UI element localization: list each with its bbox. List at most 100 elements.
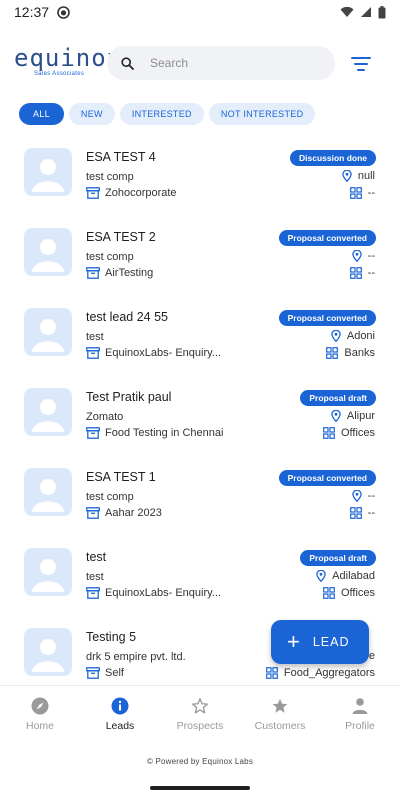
nav-customers-label: Customers [254,720,306,732]
lead-source: EquinoxLabs- Enquiry... [86,587,221,599]
gesture-home-bar[interactable] [150,786,250,790]
filter-icon[interactable] [350,55,372,73]
lead-industry-text: -- [367,187,375,199]
lead-source-text: EquinoxLabs- Enquiry... [105,347,221,359]
archive-icon [86,267,100,279]
nav-customers[interactable]: Customers [240,686,320,739]
equinox-logo: equinox Sales Associates [14,44,123,77]
avatar-placeholder-icon [32,479,64,512]
nav-prospects[interactable]: Prospects [160,686,240,739]
lead-card[interactable]: test test EquinoxLabs- Enquiry... Proposal … [0,540,400,620]
avatar [24,628,72,676]
industry-grid-icon [323,427,335,439]
lead-card[interactable]: Test Pratik paul Zomato Food Testing in Ch… [0,380,400,460]
chip-not-interested[interactable]: NOT INTERESTED [208,103,316,125]
search-input[interactable] [150,56,310,70]
lead-industry-text: Offices [340,427,375,439]
nav-home[interactable]: Home [0,686,80,739]
archive-icon [86,667,100,679]
status-badge: Proposal draft [300,550,376,566]
lead-location: -- [351,490,375,502]
avatar-placeholder-icon [32,159,64,192]
lead-location-text: null [357,170,375,182]
status-badge: Proposal converted [278,230,376,246]
lead-source: Self [86,667,124,679]
avatar [24,388,72,436]
location-pin-icon [316,570,326,582]
archive-icon [86,187,100,199]
avatar [24,468,72,516]
lead-location-text: e [368,650,375,662]
lead-location: Adilabad [316,570,375,582]
avatar [24,308,72,356]
location-pin-icon [351,490,362,502]
lead-company: drk 5 empire pvt. ltd. [86,651,186,663]
industry-grid-icon [326,347,339,359]
info-icon [111,697,129,715]
lead-name: ESA TEST 1 [86,470,156,484]
lead-source-text: Self [105,667,124,679]
archive-icon [86,427,100,439]
avatar-placeholder-icon [32,319,64,352]
nav-leads-label: Leads [105,720,135,732]
archive-icon [86,347,100,359]
lead-source: Aahar 2023 [86,507,162,519]
industry-grid-icon [349,267,362,279]
lead-industry: -- [349,267,375,279]
search-bar[interactable] [107,46,335,80]
nav-leads[interactable]: Leads [80,686,160,739]
lead-company: test comp [86,251,134,263]
lead-industry: Food_Aggregators [265,667,375,679]
lead-name: test [86,550,107,564]
battery-icon [378,5,386,18]
lead-company: test [86,571,104,583]
add-lead-button[interactable]: + LEAD [271,620,369,664]
lead-name: ESA TEST 2 [86,230,156,244]
lead-source: AirTesting [86,267,153,279]
signal-icon [361,7,371,17]
lead-card[interactable]: ESA TEST 2 test comp AirTesting Proposal co… [0,220,400,300]
avatar-placeholder-icon [32,559,64,592]
chip-interested[interactable]: INTERESTED [119,103,204,125]
nav-profile[interactable]: Profile [320,686,400,739]
lead-list: ESA TEST 4 test comp Zohocorporate Discussi… [0,140,400,685]
powered-by-footer: © Powered by Equinox Labs [146,757,254,766]
lead-industry-text: Offices [340,587,375,599]
lead-location-text: Alipur [346,410,375,422]
lead-card[interactable]: ESA TEST 1 test comp Aahar 2023 Proposal co… [0,460,400,540]
lead-industry: -- [349,187,375,199]
compass-icon [31,697,49,715]
chip-new[interactable]: NEW [68,103,115,125]
plus-icon: + [287,629,301,654]
chip-all[interactable]: ALL [19,103,64,125]
lead-source-text: Aahar 2023 [105,507,162,519]
lead-card[interactable]: test lead 24 55 test EquinoxLabs- Enquiry.… [0,300,400,380]
lead-location-text: -- [367,490,375,502]
archive-icon [86,507,100,519]
lead-industry-text: Banks [344,347,375,359]
status-bar: 12:37 [0,0,400,24]
status-badge: Discussion done [289,150,376,166]
lead-industry: Offices [323,587,375,599]
avatar-placeholder-icon [32,239,64,272]
lead-source: Food Testing in Chennai [86,427,223,439]
lead-company: test comp [86,171,134,183]
location-pin-icon [331,330,341,342]
lead-source-text: EquinoxLabs- Enquiry... [105,587,221,599]
star-outline-icon [191,698,209,714]
status-badge: Proposal converted [278,470,376,486]
status-badge: Proposal converted [278,310,376,326]
lead-industry: Banks [326,347,375,359]
lead-company: Zomato [86,411,124,423]
archive-icon [86,587,100,599]
lead-industry-text: -- [367,267,375,279]
lead-location: Alipur [331,410,375,422]
avatar-placeholder-icon [32,639,64,672]
lead-industry: -- [349,507,375,519]
lead-industry-text: Food_Aggregators [283,667,375,679]
lead-card[interactable]: ESA TEST 4 test comp Zohocorporate Discussi… [0,140,400,220]
location-pin-icon [351,250,362,262]
lead-company: test comp [86,491,134,503]
app-header: equinox Sales Associates [0,40,400,90]
lead-company: test [86,331,104,343]
